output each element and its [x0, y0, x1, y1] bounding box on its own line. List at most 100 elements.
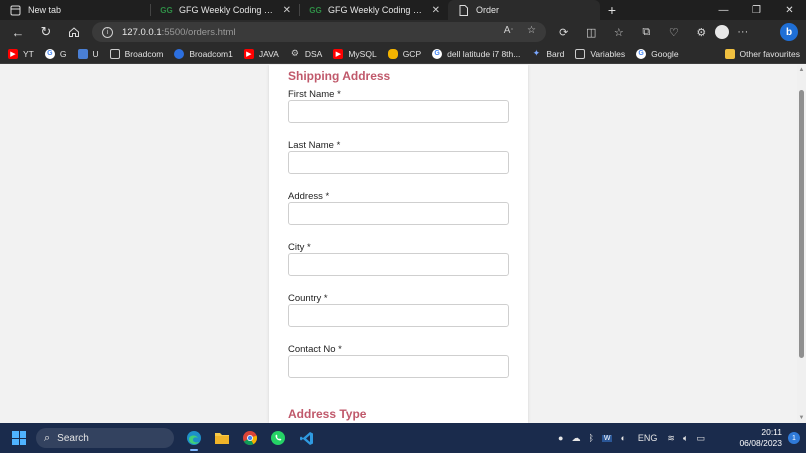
system-tray: ● ☁ ᛒ W ◐ ENG ≋ 🔈︎ ▭ — [558, 423, 713, 453]
first-name-input[interactable] — [288, 100, 509, 123]
arrow-left-icon: ← — [11, 24, 25, 40]
search-icon: ⌕ — [44, 431, 51, 444]
collections-icon[interactable]: ⧉ — [633, 20, 661, 44]
tab-new-tab[interactable]: New tab — [0, 0, 150, 20]
last-name-input[interactable] — [288, 151, 509, 174]
bookmark-variables[interactable]: Variables — [575, 48, 625, 59]
bookmarks-bar: ▶ YT GG U Broadcom Broadcom1 ▶ JAVA ⚙ DSA ▶… — [0, 44, 806, 64]
chrome-icon — [243, 431, 257, 446]
youtube-icon: ▶ — [8, 48, 18, 59]
windows-start-icon[interactable] — [12, 431, 26, 445]
document-icon — [458, 4, 469, 16]
cloud-sync-icon[interactable]: ☁ — [571, 433, 580, 444]
order-form: Shipping Address First Name * Last Name … — [269, 65, 528, 423]
bookmark-dsa[interactable]: ⚙ DSA — [290, 48, 323, 59]
bookmark-yt[interactable]: ▶ YT — [8, 48, 34, 59]
address-input[interactable] — [288, 202, 509, 225]
volume-icon[interactable]: 🔈︎ — [683, 433, 688, 444]
vscode-app[interactable] — [292, 427, 320, 449]
scroll-down-icon[interactable]: ▼ — [798, 415, 805, 421]
refresh-button[interactable]: ↻ — [32, 20, 60, 44]
clock[interactable]: 20:11 06/08/2023 — [736, 427, 782, 449]
close-icon[interactable]: ✕ — [432, 5, 440, 16]
vertical-scrollbar[interactable]: ▲ ▼ — [797, 65, 806, 423]
bookmark-gcp[interactable]: GCP — [387, 48, 421, 59]
scrollbar-thumb[interactable] — [799, 90, 804, 358]
bookmark-bard[interactable]: ✦ Bard — [531, 48, 565, 59]
bluetooth-icon[interactable]: ᛒ — [588, 433, 593, 443]
whatsapp-app[interactable] — [264, 427, 292, 449]
tab-label: Order — [476, 5, 500, 15]
date: 06/08/2023 — [739, 438, 782, 448]
network-app-icon[interactable]: ◐ — [620, 433, 625, 443]
bookmark-mysql[interactable]: ▶ MySQL — [333, 48, 377, 59]
language-indicator[interactable]: ENG — [638, 433, 658, 443]
back-button[interactable]: ← — [4, 20, 32, 44]
youtube-icon: ▶ — [243, 48, 254, 59]
contact-no-input[interactable] — [288, 355, 509, 378]
refresh-icon: ↻ — [40, 24, 52, 39]
tab-gfg-contest-11[interactable]: GG GFG Weekly Coding Contest - 11 ✕ — [300, 0, 448, 20]
time: 20:11 — [761, 427, 782, 437]
edge-app[interactable] — [180, 427, 208, 451]
tab-label: New tab — [28, 5, 62, 15]
performance-icon[interactable]: ⚙ — [688, 20, 716, 44]
page-icon — [10, 5, 21, 16]
wifi-icon[interactable]: ≋ — [667, 433, 675, 444]
tab-gfg-contest[interactable]: GG GFG Weekly Coding Contest ✕ — [151, 0, 299, 20]
city-input[interactable] — [288, 253, 509, 276]
maximize-icon[interactable]: ❐ — [740, 0, 773, 20]
minimize-icon[interactable]: — — [707, 0, 740, 20]
favorite-star-icon[interactable]: ☆ — [527, 25, 536, 36]
tray-app-icon[interactable]: ● — [558, 433, 563, 443]
chrome-app[interactable] — [236, 427, 264, 449]
close-window-icon[interactable]: ✕ — [773, 0, 806, 20]
tab-order[interactable]: Order — [448, 0, 600, 20]
vscode-icon — [299, 431, 313, 445]
address-bar[interactable]: i 127.0.0.1:5500/orders.html Aᐧ ☆ — [92, 22, 546, 42]
browser-essentials-icon[interactable]: ♡ — [660, 20, 688, 44]
bookmark-broadcom[interactable]: Broadcom — [109, 48, 163, 59]
bing-copilot-icon[interactable]: b — [780, 23, 798, 41]
bookmark-u[interactable]: U — [77, 48, 99, 59]
more-options-icon[interactable]: ··· — [729, 20, 757, 44]
other-favourites[interactable]: Other favourites — [724, 48, 800, 59]
file-explorer-app[interactable] — [208, 427, 236, 449]
bookmark-broadcom1[interactable]: Broadcom1 — [174, 48, 233, 59]
bookmark-java[interactable]: ▶ JAVA — [243, 48, 279, 59]
read-aloud-icon[interactable]: Aᐧ — [504, 25, 513, 36]
bookmark-google[interactable]: G Google — [636, 48, 679, 59]
close-icon[interactable]: ✕ — [283, 5, 291, 16]
split-screen-icon[interactable]: ◫ — [578, 20, 606, 44]
pinned-apps — [180, 427, 320, 451]
extensions-icon[interactable]: ⟳ — [550, 20, 578, 44]
tab-strip: New tab GG GFG Weekly Coding Contest ✕ G… — [0, 0, 806, 20]
screen-icon — [77, 48, 88, 59]
first-name-label: First Name * — [288, 89, 341, 100]
google-icon: G — [636, 48, 647, 59]
battery-icon[interactable]: ▭ — [696, 433, 705, 444]
notification-badge[interactable]: 1 — [788, 432, 800, 444]
bookmark-dell-latitude[interactable]: Gdell latitude i7 8th... — [432, 48, 520, 59]
last-name-label: Last Name * — [288, 140, 341, 151]
document-icon — [575, 48, 586, 59]
scroll-up-icon[interactable]: ▲ — [798, 67, 805, 73]
profile-button[interactable] — [715, 20, 729, 44]
info-icon[interactable]: i — [102, 26, 113, 38]
youtube-icon: ▶ — [333, 48, 344, 59]
taskbar-search[interactable]: ⌕ Search — [36, 428, 174, 448]
sparkle-icon: ✦ — [532, 48, 541, 58]
toolbar: ⟳ ◫ ☆ ⧉ ♡ ⚙ ··· — [550, 20, 757, 44]
page-viewport: Shipping Address First Name * Last Name … — [0, 65, 797, 423]
window-controls: — ❐ ✕ — [707, 0, 806, 20]
avatar — [715, 25, 729, 39]
favorites-icon[interactable]: ☆ — [605, 20, 633, 44]
broadcom-icon — [174, 48, 185, 59]
country-input[interactable] — [288, 304, 509, 327]
bookmark-g[interactable]: GG — [44, 48, 67, 59]
new-tab-button[interactable]: + — [600, 0, 624, 20]
home-button[interactable] — [60, 20, 88, 44]
word-icon[interactable]: W — [601, 434, 613, 442]
tab-label: GFG Weekly Coding Contest - 11 — [328, 5, 426, 15]
folder-icon — [215, 433, 229, 444]
